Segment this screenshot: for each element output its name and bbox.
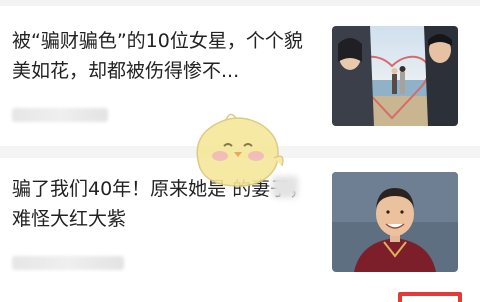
top-edge [0, 0, 480, 6]
news-title[interactable]: 被“骗财骗色”的10位女星，个个貌美如花，却都被伤得惨不... [12, 26, 317, 86]
bottom-action-button[interactable] [398, 292, 462, 302]
news-thumbnail[interactable] [332, 26, 458, 126]
mascot-watermark-icon [186, 108, 290, 192]
news-thumbnail[interactable] [332, 172, 458, 272]
news-meta-blurred [12, 256, 124, 270]
news-meta-blurred [12, 108, 108, 122]
